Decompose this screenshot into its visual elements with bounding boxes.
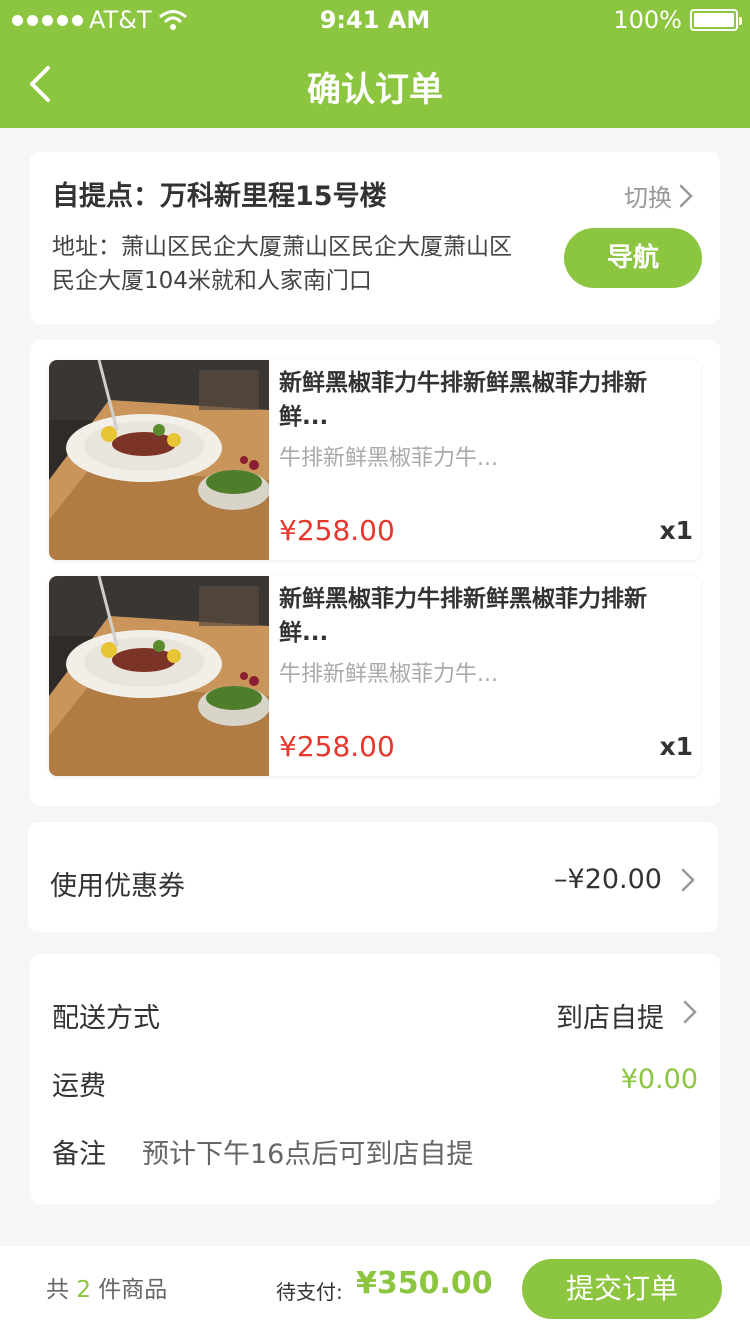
chevron-right-icon[interactable] [682,999,698,1025]
status-right: 100% [613,6,742,34]
coupon-row[interactable]: 使用优惠券 –¥20.00 [28,822,718,932]
goods-desc: 牛排新鲜黑椒菲力牛... [279,446,498,471]
pickup-address: 地址：萧山区民企大厦萧山区民企大厦萧山区民企大厦104米就和人家南门口 [52,234,512,294]
delivery-method-label: 配送方式 [52,1003,160,1034]
app-header: AT&T 9:41 AM 100% 确认订单 [0,0,750,128]
goods-price: ¥258.00 [279,514,395,547]
chevron-right-icon [681,868,695,892]
battery-percent: 100% [613,6,682,34]
pickup-point-title: 自提点：万科新里程15号楼 [52,181,387,212]
goods-desc: 牛排新鲜黑椒菲力牛... [279,662,498,687]
goods-qty: x1 [659,516,693,545]
chevron-right-icon [679,184,693,207]
battery-icon [690,9,742,31]
goods-item[interactable]: 新鲜黑椒菲力牛排新鲜黑椒菲力排新鲜... 牛排新鲜黑椒菲力牛... ¥258.0… [49,360,701,560]
count-suffix: 件商品 [98,1277,168,1303]
goods-qty: x1 [659,732,693,761]
pay-label: 待支付: [276,1280,343,1304]
coupon-label: 使用优惠券 [50,871,185,902]
coupon-value: –¥20.00 [554,864,662,895]
shipping-fee-label: 运费 [52,1071,106,1102]
goods-name: 新鲜黑椒菲力牛排新鲜黑椒菲力排新鲜... [279,370,647,430]
goods-card: 新鲜黑椒菲力牛排新鲜黑椒菲力排新鲜... 牛排新鲜黑椒菲力牛... ¥258.0… [30,340,720,806]
nav-bar: 确认订单 [0,40,750,128]
goods-image [49,576,269,776]
item-count: 共 2 件商品 [46,1270,167,1304]
goods-name: 新鲜黑椒菲力牛排新鲜黑椒菲力排新鲜... [279,586,647,646]
delivery-method-value[interactable]: 到店自提 [556,996,664,1035]
goods-image [49,360,269,560]
bottom-bar: 共 2 件商品 待支付: ¥350.00 提交订单 [0,1246,750,1336]
goods-item[interactable]: 新鲜黑椒菲力牛排新鲜黑椒菲力排新鲜... 牛排新鲜黑椒菲力牛... ¥258.0… [49,576,701,776]
note-label: 备注 [52,1139,106,1170]
submit-order-button[interactable]: 提交订单 [522,1259,722,1319]
note-value: 预计下午16点后可到店自提 [142,1139,474,1170]
page-title: 确认订单 [307,70,443,110]
switch-label: 切换 [624,184,672,212]
navigate-button[interactable]: 导航 [564,228,702,288]
count-prefix: 共 [46,1277,69,1303]
delivery-card: 配送方式 到店自提 运费 ¥0.00 备注 预计下午16点后可到店自提 [30,954,720,1204]
goods-price: ¥258.00 [279,730,395,763]
status-bar: AT&T 9:41 AM 100% [0,0,750,40]
count-number: 2 [76,1277,91,1303]
pay-amount: ¥350.00 [356,1266,493,1301]
pickup-card: 自提点：万科新里程15号楼 切换 地址：萧山区民企大厦萧山区民企大厦萧山区民企大… [30,152,720,324]
shipping-fee-value: ¥0.00 [620,1064,698,1095]
switch-pickup-link[interactable]: 切换 [624,178,694,213]
